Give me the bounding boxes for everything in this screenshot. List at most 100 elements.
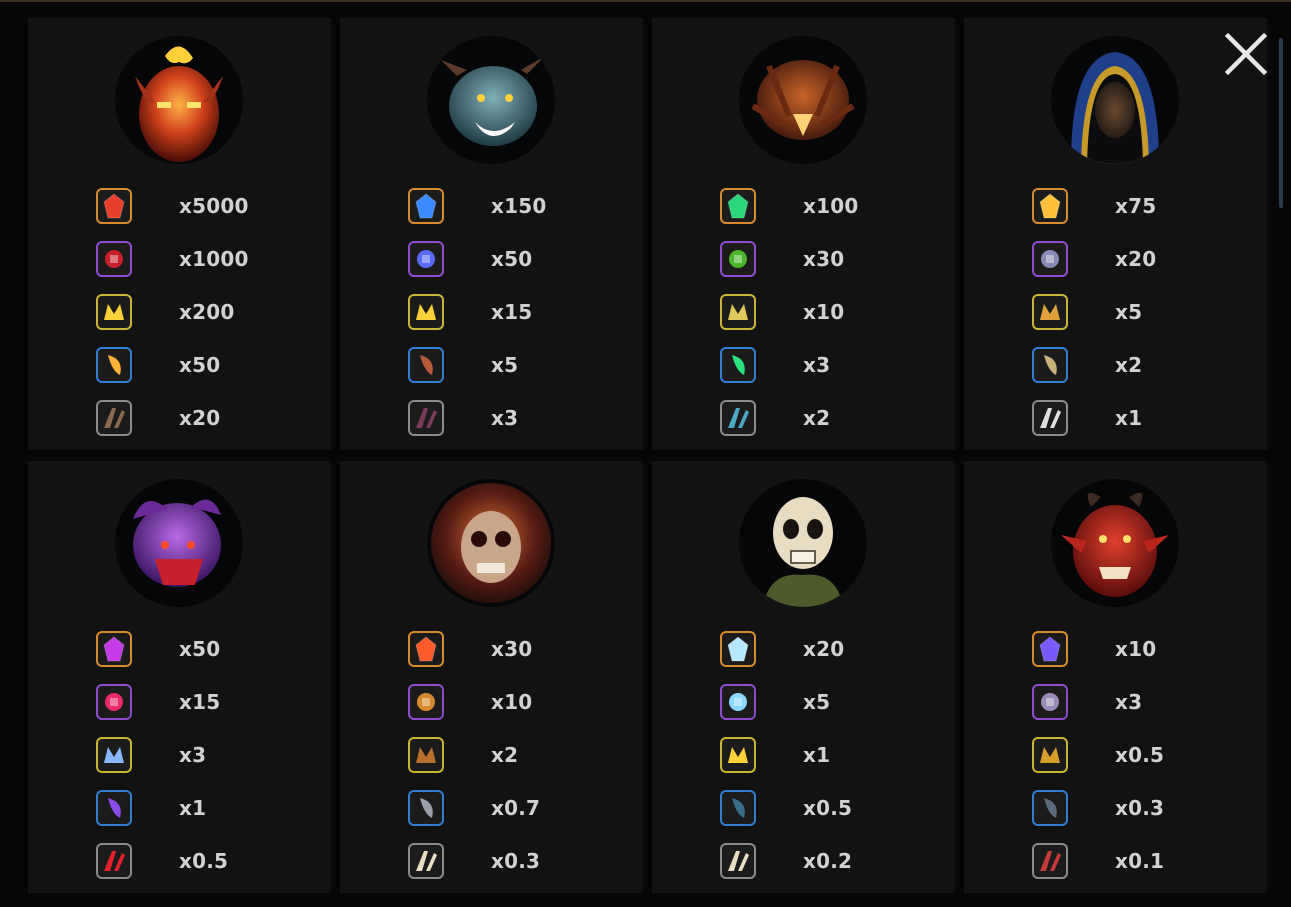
payout-multiplier: x0.1: [1115, 849, 1165, 873]
payout-row: x0.1: [964, 843, 1267, 883]
payout-row: x10: [964, 631, 1267, 671]
horned-helmet-icon: [96, 241, 132, 277]
paytable-card: x10 x3 x0.5 x0.3 x0.1: [964, 461, 1267, 893]
fire-demon-portrait: [115, 36, 243, 164]
silver-ring-icon: [720, 684, 756, 720]
payout-multiplier: x1: [1115, 406, 1143, 430]
payout-row: x1: [964, 400, 1267, 440]
paytable-card: x100 x30 x10 x3 x2: [652, 18, 955, 450]
payout-row: x10: [340, 684, 643, 724]
scrollbar[interactable]: [1279, 38, 1283, 208]
payout-multiplier: x150: [491, 194, 547, 218]
payout-row: x5: [652, 684, 955, 724]
payout-multiplier: x3: [179, 743, 207, 767]
skull-icon: [408, 843, 444, 879]
gold-horn-icon: [96, 347, 132, 383]
paytable-card: x150 x50 x15 x5 x3: [340, 18, 643, 450]
crossbones-icon: [720, 843, 756, 879]
payout-row: x1: [28, 790, 331, 830]
payout-row: x2: [340, 737, 643, 777]
payout-multiplier: x0.7: [491, 796, 541, 820]
payout-row: x50: [28, 347, 331, 387]
payout-multiplier: x3: [803, 353, 831, 377]
payout-multiplier: x0.5: [179, 849, 229, 873]
payout-multiplier: x5000: [179, 194, 249, 218]
bomb-icon: [720, 790, 756, 826]
beetle-amulet-icon: [408, 684, 444, 720]
payout-row: x20: [964, 241, 1267, 281]
spider-portrait: [739, 36, 867, 164]
payout-multiplier: x0.2: [803, 849, 853, 873]
tooth-necklace-icon: [1032, 790, 1068, 826]
payout-multiplier: x30: [491, 637, 533, 661]
close-icon: [1224, 32, 1268, 76]
payout-row: x15: [340, 294, 643, 334]
payout-row: x3: [340, 400, 643, 440]
payout-multiplier: x20: [1115, 247, 1157, 271]
payout-multiplier: x2: [1115, 353, 1143, 377]
payout-row: x100: [652, 188, 955, 228]
payout-row: x1: [652, 737, 955, 777]
red-heart-icon: [96, 843, 132, 879]
blue-crystal-icon: [408, 188, 444, 224]
payout-multiplier: x30: [803, 247, 845, 271]
spider-web-icon: [720, 294, 756, 330]
paytable-grid: x5000 x1000 x200 x50 x20 x150 x50 x15 x5 x3 x100…: [0, 0, 1291, 907]
bat-wing-icon: [408, 400, 444, 436]
paytable-card: x75 x20 x5 x2 x1: [964, 18, 1267, 450]
payout-row: x50: [340, 241, 643, 281]
payout-row: x0.5: [28, 843, 331, 883]
green-potion-icon: [720, 347, 756, 383]
payout-multiplier: x200: [179, 300, 235, 324]
burning-skull-portrait: [427, 479, 555, 607]
compass-medallion-icon: [1032, 241, 1068, 277]
payout-multiplier: x10: [1115, 637, 1157, 661]
payout-row: x200: [28, 294, 331, 334]
skeleton-portrait: [739, 479, 867, 607]
payout-row: x0.5: [652, 790, 955, 830]
ruby-gem-icon: [96, 188, 132, 224]
payout-row: x5000: [28, 188, 331, 228]
payout-row: x10: [652, 294, 955, 334]
payout-row: x75: [964, 188, 1267, 228]
payout-row: x0.3: [340, 843, 643, 883]
payout-row: x3: [652, 347, 955, 387]
payout-multiplier: x15: [179, 690, 221, 714]
payout-multiplier: x20: [803, 637, 845, 661]
payout-multiplier: x75: [1115, 194, 1157, 218]
payout-multiplier: x5: [803, 690, 831, 714]
leather-armor-icon: [408, 737, 444, 773]
gold-pouch-icon: [1032, 737, 1068, 773]
purple-imp-portrait: [115, 479, 243, 607]
hooded-monk-portrait: [1051, 36, 1179, 164]
amethyst-icon: [1032, 631, 1068, 667]
bat-amulet-icon: [408, 241, 444, 277]
payout-multiplier: x2: [491, 743, 519, 767]
heart-chain-icon: [96, 684, 132, 720]
purple-potion-icon: [96, 790, 132, 826]
payout-multiplier: x1: [179, 796, 207, 820]
paytable-card: x50 x15 x3 x1 x0.5: [28, 461, 331, 893]
gold-bat-icon: [408, 294, 444, 330]
golden-crown-icon: [96, 294, 132, 330]
treasure-chest-icon: [1032, 294, 1068, 330]
payout-row: x20: [652, 631, 955, 671]
payout-row: x150: [340, 188, 643, 228]
fang-icon: [408, 347, 444, 383]
ice-shards-icon: [720, 631, 756, 667]
payout-row: x15: [28, 684, 331, 724]
payout-multiplier: x1000: [179, 247, 249, 271]
close-button[interactable]: [1222, 30, 1270, 78]
amethyst-ring-icon: [1032, 684, 1068, 720]
payout-row: x0.7: [340, 790, 643, 830]
payout-row: x30: [340, 631, 643, 671]
payout-row: x3: [28, 737, 331, 777]
payout-multiplier: x0.3: [491, 849, 541, 873]
payout-multiplier: x5: [491, 353, 519, 377]
payout-multiplier: x0.3: [1115, 796, 1165, 820]
payout-multiplier: x20: [179, 406, 221, 430]
fire-gem-icon: [408, 631, 444, 667]
payout-row: x2: [652, 400, 955, 440]
payout-multiplier: x3: [1115, 690, 1143, 714]
payout-row: x50: [28, 631, 331, 671]
